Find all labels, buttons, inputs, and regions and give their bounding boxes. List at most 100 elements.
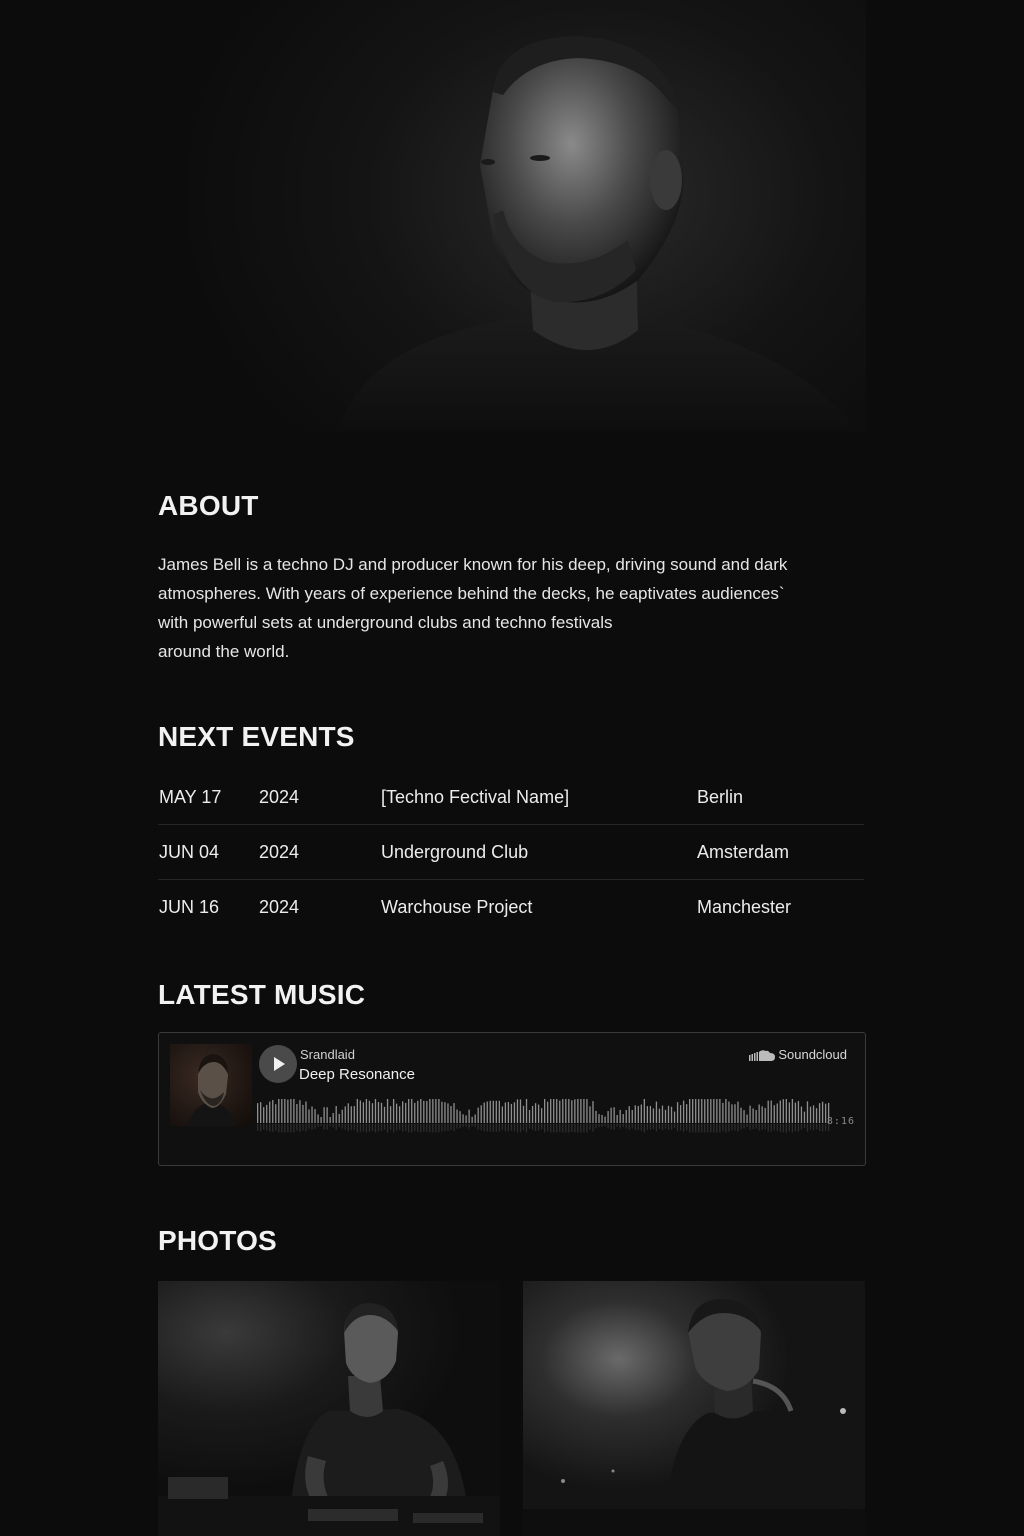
waveform-bar	[655, 1101, 658, 1123]
soundcloud-icon	[749, 1049, 776, 1061]
waveform-reflection-bar	[794, 1124, 797, 1132]
waveform-reflection-bar	[598, 1124, 600, 1128]
waveform-bar	[707, 1099, 709, 1123]
waveform-bar	[785, 1099, 787, 1123]
waveform-bar	[374, 1099, 377, 1123]
waveform-reflection-bar	[435, 1124, 437, 1133]
event-row[interactable]: MAY 17 2024 [Techno Fectival Name] Berli…	[158, 770, 864, 825]
waveform-reflection-bar	[689, 1124, 691, 1133]
soundcloud-link[interactable]: Soundcloud	[749, 1047, 847, 1062]
waveform-bar	[622, 1114, 624, 1123]
waveform-reflection-bar	[338, 1124, 340, 1128]
track-artist[interactable]: Srandlaid	[300, 1047, 355, 1062]
waveform-reflection-bar	[504, 1124, 507, 1132]
waveform-bar	[489, 1100, 491, 1123]
events-list: MAY 17 2024 [Techno Fectival Name] Berli…	[158, 770, 864, 934]
waveform-bar	[531, 1105, 534, 1123]
waveform-bar	[377, 1102, 380, 1123]
waveform-bar	[287, 1099, 289, 1123]
waveform-reflection-bar	[411, 1124, 413, 1133]
event-row[interactable]: JUN 16 2024 Warchouse Project Manchester	[158, 880, 864, 934]
waveform-bar	[335, 1106, 337, 1123]
waveform-bar	[574, 1099, 576, 1123]
waveform-bar	[275, 1104, 277, 1123]
waveform-reflection-bar	[616, 1124, 618, 1127]
waveform-bar	[568, 1099, 570, 1123]
waveform-reflection-bar	[776, 1124, 778, 1131]
waveform-reflection-bar	[631, 1124, 633, 1129]
waveform-bar	[779, 1100, 781, 1123]
event-row[interactable]: JUN 04 2024 Underground Club Amsterdam	[158, 825, 864, 880]
waveform-bar	[716, 1099, 718, 1123]
waveform-bar	[746, 1114, 748, 1123]
waveform-bar	[525, 1099, 528, 1123]
waveform-reflection-bar	[332, 1124, 334, 1128]
waveform-reflection-bar	[465, 1124, 467, 1127]
waveform-reflection-bar	[528, 1124, 531, 1129]
waveform-reflection-bar	[658, 1124, 661, 1129]
waveform-bar	[362, 1102, 365, 1123]
waveform-reflection-bar	[498, 1124, 500, 1132]
waveform-bar	[710, 1099, 712, 1123]
photo-dj-at-decks[interactable]	[158, 1281, 500, 1536]
waveform-reflection-bar	[553, 1124, 555, 1133]
waveform-reflection-bar	[507, 1124, 510, 1132]
waveform-bar	[637, 1105, 639, 1123]
waveform-reflection-bar	[368, 1124, 371, 1132]
waveform-reflection-bar	[272, 1124, 274, 1133]
waveform-reflection-bar	[707, 1124, 709, 1133]
photo-dj-crowd[interactable]	[523, 1281, 865, 1536]
waveform-bar	[580, 1099, 582, 1123]
waveform-reflection-bar	[655, 1124, 658, 1132]
waveform-bar	[571, 1100, 573, 1123]
waveform-reflection-bar	[604, 1124, 606, 1127]
waveform-bar	[722, 1102, 724, 1123]
track-cover-art[interactable]	[170, 1044, 252, 1126]
waveform-bar	[501, 1106, 504, 1123]
waveform-reflection-bar	[335, 1124, 337, 1130]
waveform-bar	[423, 1100, 425, 1123]
waveform-reflection-bar	[299, 1124, 301, 1132]
waveform-bar	[595, 1110, 597, 1123]
waveform-reflection-bar	[679, 1124, 682, 1131]
waveform-reflection-bar	[619, 1124, 621, 1129]
waveform-bar	[764, 1107, 766, 1123]
waveform-bar	[516, 1099, 519, 1123]
waveform-bar	[402, 1101, 404, 1123]
waveform-reflection-bar	[480, 1124, 482, 1131]
waveform-reflection-bar	[489, 1124, 491, 1132]
waveform-bar	[589, 1106, 591, 1123]
waveform-seekbar[interactable]	[257, 1095, 831, 1141]
waveform-reflection-bar	[740, 1124, 742, 1130]
waveform-reflection-bar	[544, 1124, 546, 1133]
waveform-reflection-bar	[634, 1124, 636, 1131]
waveform-reflection-bar	[293, 1124, 295, 1133]
waveform-bar	[314, 1109, 316, 1123]
waveform-reflection-bar	[752, 1124, 754, 1130]
waveform-bar	[794, 1102, 797, 1123]
waveform-reflection-bar	[513, 1124, 516, 1132]
track-title[interactable]: Deep Resonance	[299, 1066, 415, 1083]
waveform-reflection-bar	[586, 1124, 588, 1133]
waveform-reflection-bar	[716, 1124, 718, 1133]
waveform-reflection-bar	[453, 1124, 455, 1131]
waveform-reflection-bar	[534, 1124, 537, 1131]
waveform-bar	[791, 1099, 794, 1123]
waveform-reflection-bar	[326, 1124, 328, 1130]
waveform-bar	[477, 1107, 479, 1123]
waveform-bar	[586, 1099, 588, 1123]
play-button[interactable]	[259, 1045, 297, 1083]
page: ABOUT James Bell is a techno DJ and prod…	[0, 0, 1024, 1536]
event-city: Amsterdam	[697, 842, 790, 862]
event-date: JUN 04	[159, 842, 220, 862]
waveform-reflection-bar	[374, 1124, 377, 1133]
waveform-bar	[682, 1100, 685, 1123]
waveform-reflection-bar	[486, 1124, 488, 1132]
waveform-bar	[323, 1107, 325, 1123]
waveform-reflection-bar	[456, 1124, 458, 1129]
waveform-bar	[797, 1101, 800, 1123]
waveform-bar	[667, 1105, 670, 1123]
waveform-reflection-bar	[365, 1124, 368, 1133]
waveform-bar	[290, 1099, 292, 1123]
waveform-reflection-bar	[362, 1124, 365, 1132]
